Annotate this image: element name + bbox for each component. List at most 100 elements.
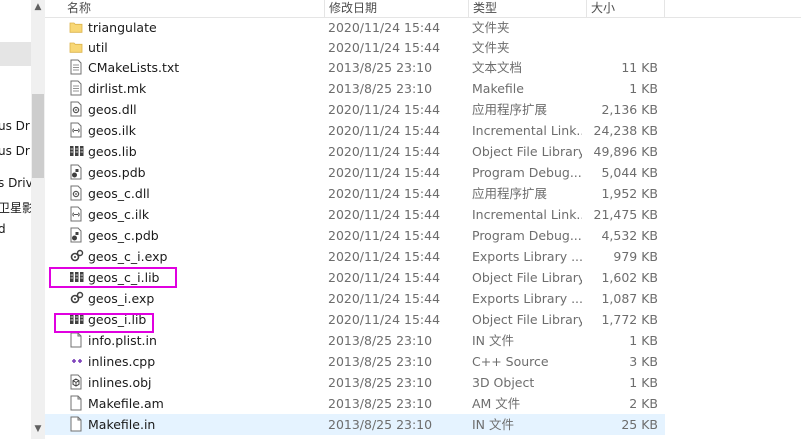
nav-item[interactable]: d xyxy=(0,222,6,236)
ilk-file-icon xyxy=(69,206,87,223)
file-size: 2 KB xyxy=(629,396,658,411)
file-date: 2013/8/25 23:10 xyxy=(328,417,433,432)
nav-item[interactable]: us Driv xyxy=(0,144,31,158)
file-size xyxy=(548,17,658,38)
column-header-date[interactable]: 修改日期 xyxy=(325,0,469,17)
file-row[interactable]: geos.pdb 2020/11/24 15:44 Program Debug...… xyxy=(45,162,665,183)
blank-file-icon xyxy=(69,416,87,433)
file-date: 2013/8/25 23:10 xyxy=(328,396,433,411)
file-size: 1 KB xyxy=(629,375,658,390)
file-row[interactable]: geos.lib 2020/11/24 15:44 Object File Libr… xyxy=(45,141,665,162)
file-row[interactable]: geos_i.exp 2020/11/24 15:44 Exports Librar… xyxy=(45,288,665,309)
text-file-icon xyxy=(69,59,87,76)
ilk-file-icon xyxy=(69,122,87,139)
blank-file-icon xyxy=(69,332,87,349)
file-name: geos_c.ilk xyxy=(88,207,150,222)
navigation-pane: us Dri us Driv s Driv 卫星影 d xyxy=(0,0,31,439)
file-row[interactable]: geos.dll 2020/11/24 15:44 应用程序扩展 2,136 KB xyxy=(45,99,665,120)
file-date: 2020/11/24 15:44 xyxy=(328,20,441,35)
file-size xyxy=(548,37,658,58)
file-name: inlines.cpp xyxy=(88,354,156,369)
file-date: 2020/11/24 15:44 xyxy=(328,165,441,180)
file-name: info.plist.in xyxy=(88,333,157,348)
file-size: 21,475 KB xyxy=(593,207,658,222)
dll-file-icon xyxy=(69,101,87,118)
pdb-file-icon xyxy=(69,164,87,181)
scroll-down-arrow-icon[interactable]: ▼ xyxy=(33,424,43,434)
file-size: 24,238 KB xyxy=(593,123,658,138)
nav-selected-item[interactable] xyxy=(0,42,31,66)
nav-item[interactable]: s Driv xyxy=(0,176,31,190)
file-date: 2013/8/25 23:10 xyxy=(328,375,433,390)
nav-item[interactable]: 卫星影 xyxy=(0,199,31,216)
column-header-name[interactable]: 名称 xyxy=(63,0,325,17)
file-row[interactable]: geos_c.pdb 2020/11/24 15:44 Program Debug.… xyxy=(45,225,665,246)
file-size: 979 KB xyxy=(613,249,658,264)
column-header-size[interactable]: 大小 xyxy=(587,0,665,17)
file-date: 2013/8/25 23:10 xyxy=(328,333,433,348)
file-date: 2020/11/24 15:44 xyxy=(328,186,441,201)
scroll-up-arrow-icon[interactable]: ▲ xyxy=(33,2,43,12)
file-name: geos.dll xyxy=(88,102,137,117)
file-date: 2013/8/25 23:10 xyxy=(328,60,433,75)
file-size: 5,044 KB xyxy=(601,165,658,180)
file-row[interactable]: dirlist.mk 2013/8/25 23:10 Makefile 1 KB xyxy=(45,78,665,99)
file-row[interactable]: inlines.cpp 2013/8/25 23:10 C++ Source 3 KB xyxy=(45,351,665,372)
file-date: 2020/11/24 15:44 xyxy=(328,144,441,159)
nav-scrollbar[interactable]: ▲ ▼ xyxy=(31,0,45,439)
file-date: 2020/11/24 15:44 xyxy=(328,312,441,327)
file-name: geos.pdb xyxy=(88,165,146,180)
file-name: Makefile.am xyxy=(88,396,164,411)
blank-file-icon xyxy=(69,395,87,412)
file-name: CMakeLists.txt xyxy=(88,60,180,75)
file-row[interactable]: triangulate 2020/11/24 15:44 文件夹 xyxy=(45,17,665,38)
file-date: 2013/8/25 23:10 xyxy=(328,81,433,96)
file-size: 1,772 KB xyxy=(601,312,658,327)
file-name: geos_c.dll xyxy=(88,186,150,201)
file-date: 2013/8/25 23:10 xyxy=(328,354,433,369)
scrollbar-thumb[interactable] xyxy=(32,94,44,178)
file-name: dirlist.mk xyxy=(88,81,147,96)
file-date: 2020/11/24 15:44 xyxy=(328,291,441,306)
file-size: 4,532 KB xyxy=(601,228,658,243)
file-date: 2020/11/24 15:44 xyxy=(328,40,441,55)
folder-icon xyxy=(69,39,87,56)
file-date: 2020/11/24 15:44 xyxy=(328,228,441,243)
obj-file-icon xyxy=(69,374,87,391)
dll-file-icon xyxy=(69,185,87,202)
pdb-file-icon xyxy=(69,227,87,244)
file-row[interactable]: geos.ilk 2020/11/24 15:44 Incremental Link… xyxy=(45,120,665,141)
file-name: triangulate xyxy=(88,20,157,35)
file-size: 1 KB xyxy=(629,81,658,96)
file-date: 2020/11/24 15:44 xyxy=(328,123,441,138)
file-size: 25 KB xyxy=(621,417,658,432)
file-name: geos_c.pdb xyxy=(88,228,159,243)
folder-icon xyxy=(69,19,87,36)
highlight-box-geos-i-lib xyxy=(54,313,154,333)
file-name: Makefile.in xyxy=(88,417,156,432)
exp-file-icon xyxy=(69,290,87,307)
file-row[interactable]: util 2020/11/24 15:44 文件夹 xyxy=(45,37,665,58)
lib-file-icon xyxy=(69,143,87,160)
column-header-type[interactable]: 类型 xyxy=(469,0,587,17)
file-date: 2020/11/24 15:44 xyxy=(328,102,441,117)
file-row[interactable]: geos_c.ilk 2020/11/24 15:44 Incremental Li… xyxy=(45,204,665,225)
file-date: 2020/11/24 15:44 xyxy=(328,270,441,285)
file-row[interactable]: info.plist.in 2013/8/25 23:10 IN 文件 1 KB xyxy=(45,330,665,351)
file-size: 11 KB xyxy=(621,60,658,75)
column-header-bar: 名称 修改日期 类型 大小 xyxy=(45,0,801,18)
file-size: 2,136 KB xyxy=(601,102,658,117)
file-name: geos.lib xyxy=(88,144,137,159)
file-row[interactable]: Makefile.am 2013/8/25 23:10 AM 文件 2 KB xyxy=(45,393,665,414)
file-name: geos.ilk xyxy=(88,123,136,138)
file-name: inlines.obj xyxy=(88,375,152,390)
file-row[interactable]: inlines.obj 2013/8/25 23:10 3D Object 1 KB xyxy=(45,372,665,393)
file-row[interactable]: geos_c.dll 2020/11/24 15:44 应用程序扩展 1,952 KB xyxy=(45,183,665,204)
file-row[interactable]: CMakeLists.txt 2013/8/25 23:10 文本文档 11 KB xyxy=(45,57,665,78)
file-row[interactable]: Makefile.in 2013/8/25 23:10 IN 文件 25 KB xyxy=(45,414,665,435)
file-name: geos_c_i.exp xyxy=(88,249,168,264)
file-name: util xyxy=(88,40,108,55)
nav-item[interactable]: us Dri xyxy=(0,119,31,133)
file-row[interactable]: geos_c_i.exp 2020/11/24 15:44 Exports Libr… xyxy=(45,246,665,267)
file-date: 2020/11/24 15:44 xyxy=(328,207,441,222)
